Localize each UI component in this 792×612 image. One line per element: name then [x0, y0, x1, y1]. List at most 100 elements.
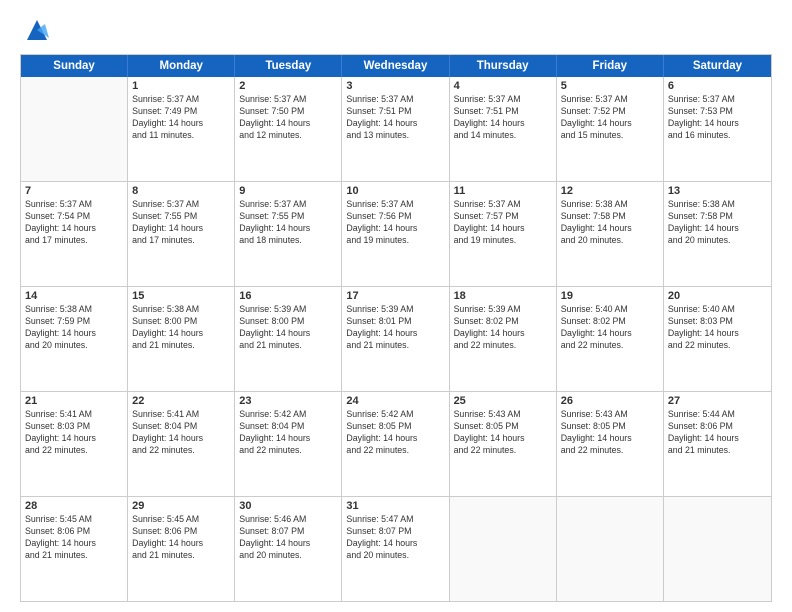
calendar-cell: 2Sunrise: 5:37 AM Sunset: 7:50 PM Daylig… [235, 77, 342, 181]
cell-info: Sunrise: 5:37 AM Sunset: 7:53 PM Dayligh… [668, 94, 767, 142]
weekday-header: Tuesday [235, 55, 342, 77]
calendar-cell: 20 Sunrise: 5:40 AM Sunset: 8:03 PM Dayli… [664, 287, 771, 391]
cell-info: Sunrise: 5:46 AM Sunset: 8:07 PM Dayligh… [239, 514, 337, 562]
day-number: 6 [668, 80, 767, 92]
calendar-cell: 16Sunrise: 5:39 AM Sunset: 8:00 PM Dayli… [235, 287, 342, 391]
weekday-header: Thursday [450, 55, 557, 77]
calendar-cell: 21 Sunrise: 5:41 AM Sunset: 8:03 PM Dayli… [21, 392, 128, 496]
day-number: 29 [132, 500, 230, 512]
calendar-cell: 22 Sunrise: 5:41 AM Sunset: 8:04 PM Dayli… [128, 392, 235, 496]
calendar-cell: 25 Sunrise: 5:43 AM Sunset: 8:05 PM Dayli… [450, 392, 557, 496]
cell-info: Sunrise: 5:41 AM Sunset: 8:04 PM Dayligh… [132, 409, 230, 457]
day-number: 30 [239, 500, 337, 512]
cell-info: Sunrise: 5:38 AM Sunset: 7:58 PM Dayligh… [668, 199, 767, 247]
cell-info: Sunrise: 5:37 AM Sunset: 7:51 PM Dayligh… [454, 94, 552, 142]
day-number: 13 [668, 185, 767, 197]
calendar-cell [557, 497, 664, 601]
calendar-cell: 27Sunrise: 5:44 AM Sunset: 8:06 PM Dayli… [664, 392, 771, 496]
day-number: 28 [25, 500, 123, 512]
cell-info: Sunrise: 5:43 AM Sunset: 8:05 PM Dayligh… [561, 409, 659, 457]
calendar-cell: 30 Sunrise: 5:46 AM Sunset: 8:07 PM Dayli… [235, 497, 342, 601]
calendar-cell: 8 Sunrise: 5:37 AM Sunset: 7:55 PM Daylig… [128, 182, 235, 286]
header [20, 16, 772, 44]
cell-info: Sunrise: 5:38 AM Sunset: 7:58 PM Dayligh… [561, 199, 659, 247]
logo-text [20, 16, 51, 44]
calendar-cell: 9 Sunrise: 5:37 AM Sunset: 7:55 PM Daylig… [235, 182, 342, 286]
logo-icon [23, 16, 51, 44]
day-number: 11 [454, 185, 552, 197]
calendar-row: 1 Sunrise: 5:37 AM Sunset: 7:49 PM Daylig… [21, 77, 771, 181]
cell-info: Sunrise: 5:37 AM Sunset: 7:52 PM Dayligh… [561, 94, 659, 142]
day-number: 4 [454, 80, 552, 92]
cell-info: Sunrise: 5:41 AM Sunset: 8:03 PM Dayligh… [25, 409, 123, 457]
day-number: 9 [239, 185, 337, 197]
logo [20, 16, 51, 44]
day-number: 25 [454, 395, 552, 407]
day-number: 12 [561, 185, 659, 197]
calendar: SundayMondayTuesdayWednesdayThursdayFrid… [20, 54, 772, 602]
calendar-cell [450, 497, 557, 601]
cell-info: Sunrise: 5:45 AM Sunset: 8:06 PM Dayligh… [25, 514, 123, 562]
day-number: 15 [132, 290, 230, 302]
calendar-cell: 15 Sunrise: 5:38 AM Sunset: 8:00 PM Dayli… [128, 287, 235, 391]
cell-info: Sunrise: 5:39 AM Sunset: 8:01 PM Dayligh… [346, 304, 444, 352]
cell-info: Sunrise: 5:42 AM Sunset: 8:04 PM Dayligh… [239, 409, 337, 457]
cell-info: Sunrise: 5:45 AM Sunset: 8:06 PM Dayligh… [132, 514, 230, 562]
calendar-cell: 4 Sunrise: 5:37 AM Sunset: 7:51 PM Daylig… [450, 77, 557, 181]
calendar-cell: 26Sunrise: 5:43 AM Sunset: 8:05 PM Dayli… [557, 392, 664, 496]
day-number: 21 [25, 395, 123, 407]
day-number: 22 [132, 395, 230, 407]
day-number: 14 [25, 290, 123, 302]
calendar-cell: 31Sunrise: 5:47 AM Sunset: 8:07 PM Dayli… [342, 497, 449, 601]
day-number: 8 [132, 185, 230, 197]
day-number: 10 [346, 185, 444, 197]
cell-info: Sunrise: 5:47 AM Sunset: 8:07 PM Dayligh… [346, 514, 444, 562]
cell-info: Sunrise: 5:40 AM Sunset: 8:02 PM Dayligh… [561, 304, 659, 352]
cell-info: Sunrise: 5:37 AM Sunset: 7:49 PM Dayligh… [132, 94, 230, 142]
calendar-cell: 10 Sunrise: 5:37 AM Sunset: 7:56 PM Dayli… [342, 182, 449, 286]
day-number: 24 [346, 395, 444, 407]
day-number: 3 [346, 80, 444, 92]
calendar-body: 1 Sunrise: 5:37 AM Sunset: 7:49 PM Daylig… [21, 77, 771, 601]
calendar-header: SundayMondayTuesdayWednesdayThursdayFrid… [21, 55, 771, 77]
cell-info: Sunrise: 5:37 AM Sunset: 7:50 PM Dayligh… [239, 94, 337, 142]
day-number: 27 [668, 395, 767, 407]
calendar-row: 14 Sunrise: 5:38 AM Sunset: 7:59 PM Dayli… [21, 286, 771, 391]
day-number: 5 [561, 80, 659, 92]
day-number: 17 [346, 290, 444, 302]
cell-info: Sunrise: 5:37 AM Sunset: 7:55 PM Dayligh… [239, 199, 337, 247]
calendar-cell: 19 Sunrise: 5:40 AM Sunset: 8:02 PM Dayli… [557, 287, 664, 391]
calendar-cell: 17 Sunrise: 5:39 AM Sunset: 8:01 PM Dayli… [342, 287, 449, 391]
cell-info: Sunrise: 5:37 AM Sunset: 7:54 PM Dayligh… [25, 199, 123, 247]
calendar-row: 21 Sunrise: 5:41 AM Sunset: 8:03 PM Dayli… [21, 391, 771, 496]
weekday-header: Saturday [664, 55, 771, 77]
day-number: 1 [132, 80, 230, 92]
cell-info: Sunrise: 5:39 AM Sunset: 8:02 PM Dayligh… [454, 304, 552, 352]
cell-info: Sunrise: 5:38 AM Sunset: 8:00 PM Dayligh… [132, 304, 230, 352]
page: SundayMondayTuesdayWednesdayThursdayFrid… [0, 0, 792, 612]
weekday-header: Monday [128, 55, 235, 77]
calendar-cell: 7 Sunrise: 5:37 AM Sunset: 7:54 PM Daylig… [21, 182, 128, 286]
calendar-row: 7 Sunrise: 5:37 AM Sunset: 7:54 PM Daylig… [21, 181, 771, 286]
cell-info: Sunrise: 5:42 AM Sunset: 8:05 PM Dayligh… [346, 409, 444, 457]
cell-info: Sunrise: 5:37 AM Sunset: 7:51 PM Dayligh… [346, 94, 444, 142]
day-number: 23 [239, 395, 337, 407]
cell-info: Sunrise: 5:37 AM Sunset: 7:57 PM Dayligh… [454, 199, 552, 247]
calendar-cell: 28 Sunrise: 5:45 AM Sunset: 8:06 PM Dayli… [21, 497, 128, 601]
calendar-cell: 24 Sunrise: 5:42 AM Sunset: 8:05 PM Dayli… [342, 392, 449, 496]
day-number: 7 [25, 185, 123, 197]
calendar-cell: 1 Sunrise: 5:37 AM Sunset: 7:49 PM Daylig… [128, 77, 235, 181]
calendar-cell: 14 Sunrise: 5:38 AM Sunset: 7:59 PM Dayli… [21, 287, 128, 391]
calendar-cell [664, 497, 771, 601]
cell-info: Sunrise: 5:37 AM Sunset: 7:55 PM Dayligh… [132, 199, 230, 247]
calendar-cell: 11 Sunrise: 5:37 AM Sunset: 7:57 PM Dayli… [450, 182, 557, 286]
calendar-cell: 29 Sunrise: 5:45 AM Sunset: 8:06 PM Dayli… [128, 497, 235, 601]
day-number: 20 [668, 290, 767, 302]
cell-info: Sunrise: 5:37 AM Sunset: 7:56 PM Dayligh… [346, 199, 444, 247]
weekday-header: Friday [557, 55, 664, 77]
weekday-header: Sunday [21, 55, 128, 77]
day-number: 19 [561, 290, 659, 302]
cell-info: Sunrise: 5:43 AM Sunset: 8:05 PM Dayligh… [454, 409, 552, 457]
cell-info: Sunrise: 5:38 AM Sunset: 7:59 PM Dayligh… [25, 304, 123, 352]
cell-info: Sunrise: 5:40 AM Sunset: 8:03 PM Dayligh… [668, 304, 767, 352]
